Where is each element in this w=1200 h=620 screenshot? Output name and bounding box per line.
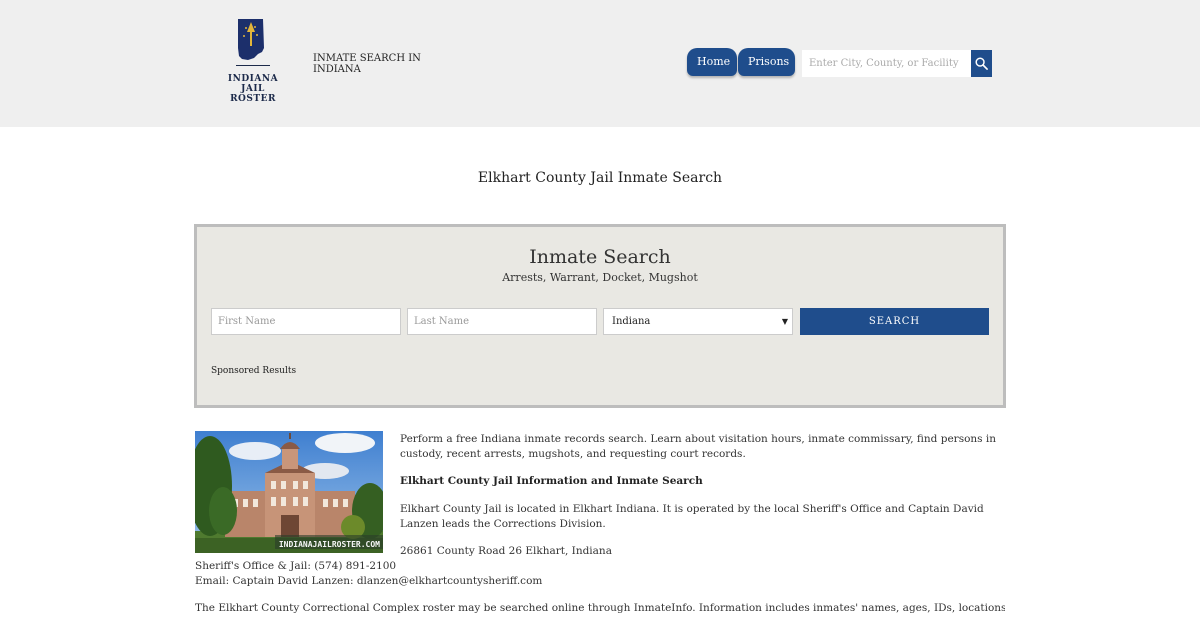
nav-home-button[interactable]: Home bbox=[687, 48, 737, 76]
inmate-search-panel: Inmate Search Arrests, Warrant, Docket, … bbox=[194, 224, 1006, 408]
magnifier-icon bbox=[975, 57, 988, 70]
state-select[interactable]: Indiana ▼ bbox=[603, 308, 793, 335]
main-nav: Home Prisons bbox=[687, 48, 796, 76]
header-search-input[interactable]: Enter City, County, or Facility bbox=[802, 50, 971, 77]
inmate-search-button[interactable]: SEARCH bbox=[800, 308, 989, 335]
jail-address: 26861 County Road 26 Elkhart, Indiana bbox=[400, 545, 612, 557]
logo-line-2: JAIL ROSTER bbox=[230, 84, 276, 104]
nav-prisons-button[interactable]: Prisons bbox=[738, 48, 795, 76]
panel-subtitle: Arrests, Warrant, Docket, Mugshot bbox=[502, 271, 698, 284]
chevron-down-icon: ▼ bbox=[781, 317, 788, 326]
intro-paragraph: Perform a free Indiana inmate records se… bbox=[400, 433, 997, 460]
site-logo[interactable]: INDIANA JAIL ROSTER bbox=[222, 18, 284, 104]
state-select-value: Indiana bbox=[612, 316, 651, 327]
logo-text: INDIANA JAIL ROSTER bbox=[222, 74, 284, 104]
header-search-button[interactable] bbox=[971, 50, 992, 77]
page-title: Elkhart County Jail Inmate Search bbox=[477, 170, 723, 186]
logo-line-1: INDIANA bbox=[227, 74, 279, 84]
site-header: INDIANA JAIL ROSTER INMATE SEARCH IN IND… bbox=[0, 0, 1200, 127]
jail-email: Email: Captain David Lanzen: dlanzen@elk… bbox=[195, 575, 543, 587]
panel-title: Inmate Search bbox=[529, 246, 671, 268]
roster-paragraph: The Elkhart County Correctional Complex … bbox=[195, 602, 1005, 614]
photo-watermark: INDIANAJAILROSTER.COM bbox=[279, 540, 380, 549]
site-tagline: INMATE SEARCH IN INDIANA bbox=[313, 53, 421, 75]
header-search: Enter City, County, or Facility bbox=[802, 50, 992, 77]
jail-phone: Sheriff's Office & Jail: (574) 891-2100 bbox=[195, 560, 397, 572]
first-name-input[interactable]: First Name bbox=[211, 308, 401, 335]
location-paragraph: Elkhart County Jail is located in Elkhar… bbox=[400, 503, 984, 530]
indiana-map-icon bbox=[238, 19, 264, 60]
sponsored-results-label: Sponsored Results bbox=[211, 366, 297, 376]
logo-divider bbox=[236, 65, 270, 66]
last-name-input[interactable]: Last Name bbox=[407, 308, 597, 335]
info-heading: Elkhart County Jail Information and Inma… bbox=[400, 475, 703, 487]
jail-building-photo: INDIANAJAILROSTER.COM bbox=[195, 431, 383, 553]
